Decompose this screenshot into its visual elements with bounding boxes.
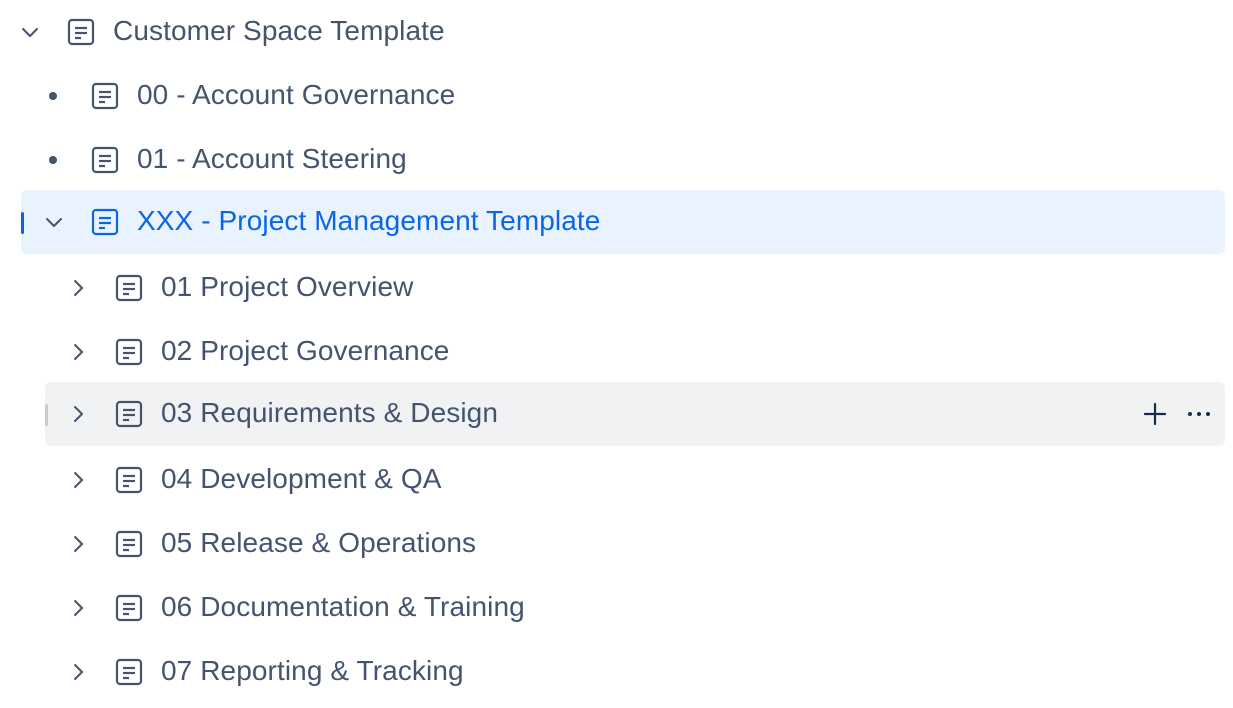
tree-item-label[interactable]: 07 Reporting & Tracking — [161, 640, 464, 704]
tree-item-label[interactable]: Customer Space Template — [113, 0, 445, 64]
chevron-right-icon[interactable] — [66, 276, 90, 300]
page-icon — [115, 400, 143, 428]
page-icon — [115, 466, 143, 494]
page-tree: Customer Space Template 00 - Account Gov… — [0, 0, 1233, 708]
tree-item-development-qa[interactable]: 04 Development & QA — [0, 448, 1233, 512]
tree-item-root[interactable]: Customer Space Template — [0, 0, 1233, 64]
chevron-down-icon[interactable] — [42, 210, 66, 234]
bullet-icon — [49, 92, 57, 100]
page-icon — [115, 530, 143, 558]
tree-item-label[interactable]: 06 Documentation & Training — [161, 576, 525, 640]
selected-indicator — [21, 212, 24, 234]
tree-item-reporting-tracking[interactable]: 07 Reporting & Tracking — [0, 640, 1233, 704]
chevron-right-icon[interactable] — [66, 532, 90, 556]
tree-item-project-governance[interactable]: 02 Project Governance — [0, 320, 1233, 384]
page-icon — [91, 82, 119, 110]
page-icon — [115, 658, 143, 686]
tree-item-account-steering[interactable]: 01 - Account Steering — [0, 128, 1233, 192]
drag-indicator — [45, 404, 48, 426]
tree-item-label[interactable]: 01 Project Overview — [161, 256, 413, 320]
chevron-down-icon[interactable] — [18, 20, 42, 44]
tree-item-label[interactable]: 01 - Account Steering — [137, 128, 407, 192]
chevron-right-icon[interactable] — [66, 340, 90, 364]
chevron-right-icon[interactable] — [66, 660, 90, 684]
tree-item-documentation-training[interactable]: 06 Documentation & Training — [0, 576, 1233, 640]
row-actions — [1139, 398, 1215, 430]
tree-item-account-governance[interactable]: 00 - Account Governance — [0, 64, 1233, 128]
page-icon — [91, 146, 119, 174]
bullet-icon — [49, 156, 57, 164]
more-icon[interactable] — [1183, 398, 1215, 430]
chevron-right-icon[interactable] — [66, 402, 90, 426]
page-icon — [115, 594, 143, 622]
page-icon — [115, 274, 143, 302]
tree-item-label[interactable]: 03 Requirements & Design — [161, 382, 498, 446]
tree-item-project-management-template[interactable]: XXX - Project Management Template — [0, 190, 1233, 254]
chevron-right-icon[interactable] — [66, 596, 90, 620]
tree-item-label[interactable]: 02 Project Governance — [161, 320, 450, 384]
tree-item-project-overview[interactable]: 01 Project Overview — [0, 256, 1233, 320]
page-icon — [115, 338, 143, 366]
tree-item-label[interactable]: XXX - Project Management Template — [137, 190, 600, 254]
tree-item-release-operations[interactable]: 05 Release & Operations — [0, 512, 1233, 576]
tree-item-label[interactable]: 04 Development & QA — [161, 448, 442, 512]
plus-icon[interactable] — [1139, 398, 1171, 430]
page-icon — [91, 208, 119, 236]
chevron-right-icon[interactable] — [66, 468, 90, 492]
tree-item-label[interactable]: 00 - Account Governance — [137, 64, 455, 128]
tree-item-requirements-design[interactable]: 03 Requirements & Design — [0, 382, 1233, 446]
page-icon — [67, 18, 95, 46]
tree-item-label[interactable]: 05 Release & Operations — [161, 512, 476, 576]
